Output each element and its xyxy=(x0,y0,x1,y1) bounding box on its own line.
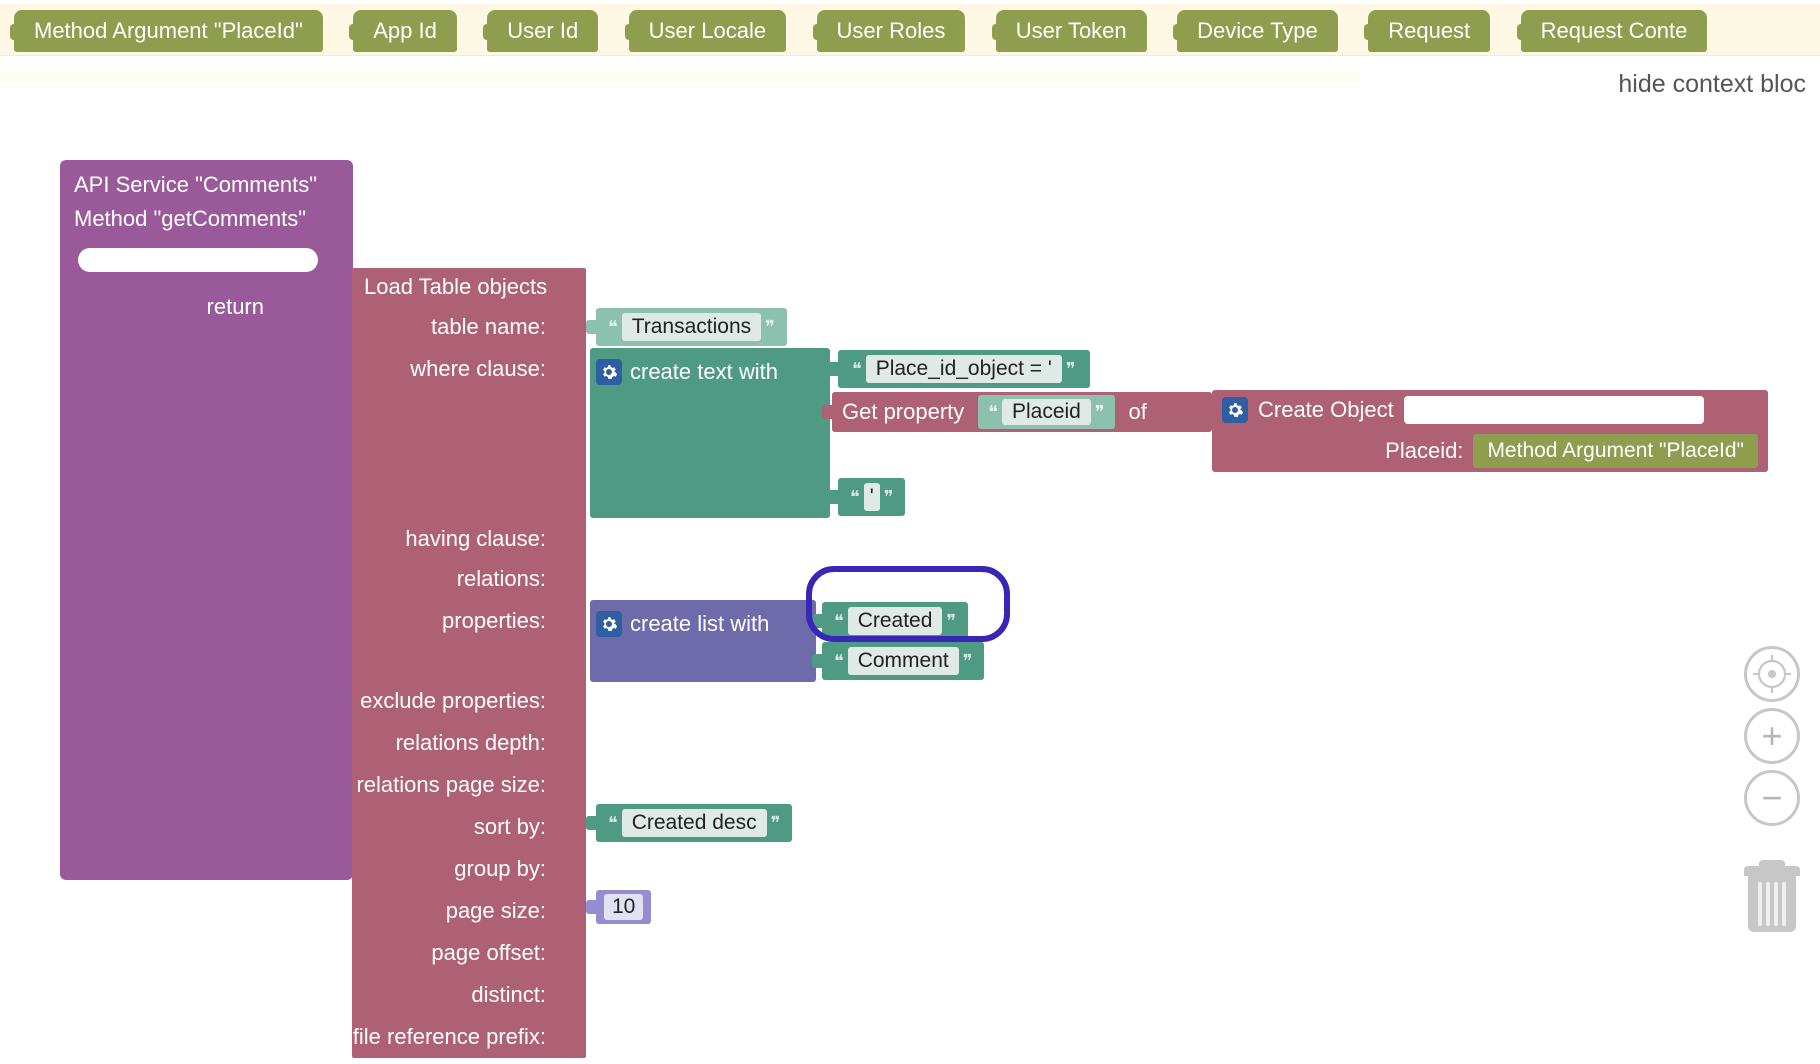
context-bar: Method Argument "PlaceId" App Id User Id… xyxy=(0,4,1820,56)
text-block-property-comment[interactable]: ❝ Comment ❞ xyxy=(822,642,984,680)
blockly-canvas[interactable]: API Service "Comments" Method "getCommen… xyxy=(0,120,1820,1064)
create-object-block[interactable]: Create Object Placeid: Method Argument "… xyxy=(1212,390,1768,472)
context-bar-underline xyxy=(0,72,1360,82)
text-block-table-name[interactable]: ❝ Transactions ❞ xyxy=(596,308,787,346)
text-block-where-part3[interactable]: ❝ ' ❞ xyxy=(838,478,905,516)
center-view-button[interactable] xyxy=(1744,646,1800,702)
context-block-user-token[interactable]: User Token xyxy=(996,10,1147,52)
label-table-name: table name: xyxy=(352,314,558,340)
page-size-value[interactable]: 10 xyxy=(604,894,643,920)
close-quote-icon: ❞ xyxy=(761,317,779,338)
close-quote-icon: ❞ xyxy=(942,611,960,632)
api-service-block[interactable]: API Service "Comments" Method "getCommen… xyxy=(60,160,353,880)
create-object-slot[interactable] xyxy=(1404,396,1704,424)
create-text-with-block[interactable]: create text with xyxy=(590,348,830,518)
label-where-clause: where clause: xyxy=(352,356,558,382)
context-block-user-roles[interactable]: User Roles xyxy=(817,10,966,52)
open-quote-icon: ❝ xyxy=(846,487,864,508)
label-sort-by: sort by: xyxy=(352,814,558,840)
property-comment-value[interactable]: Comment xyxy=(848,647,959,675)
open-quote-icon: ❝ xyxy=(830,611,848,632)
close-quote-icon: ❞ xyxy=(959,651,977,672)
label-exclude-properties: exclude properties: xyxy=(352,688,558,722)
context-block-method-arg-placeid[interactable]: Method Argument "PlaceId" xyxy=(14,10,323,52)
trash-button[interactable] xyxy=(1742,860,1802,932)
label-relations: relations: xyxy=(352,566,558,592)
where-part1-value[interactable]: Place_id_object = ' xyxy=(866,355,1062,383)
canvas-tools: + − xyxy=(1742,646,1802,932)
load-table-block[interactable]: Load Table objects table name: where cla… xyxy=(352,268,586,1058)
api-service-name: API Service "Comments" xyxy=(74,168,335,202)
close-quote-icon: ❞ xyxy=(1062,359,1080,380)
context-block-request[interactable]: Request xyxy=(1368,10,1490,52)
zoom-out-button[interactable]: − xyxy=(1744,770,1800,826)
sort-by-value[interactable]: Created desc xyxy=(622,809,767,837)
property-name-value[interactable]: Placeid xyxy=(1002,399,1091,425)
close-quote-icon: ❞ xyxy=(1091,402,1109,423)
open-quote-icon: ❝ xyxy=(604,317,622,338)
context-block-app-id[interactable]: App Id xyxy=(353,10,457,52)
close-quote-icon: ❞ xyxy=(767,813,785,834)
label-page-size: page size: xyxy=(352,898,558,924)
label-distinct: distinct: xyxy=(352,982,558,1008)
property-created-value[interactable]: Created xyxy=(848,607,943,635)
gear-icon[interactable] xyxy=(596,611,622,637)
load-table-title: Load Table objects xyxy=(352,268,586,306)
label-page-offset: page offset: xyxy=(352,940,558,966)
open-quote-icon: ❝ xyxy=(984,402,1002,423)
table-name-value[interactable]: Transactions xyxy=(622,313,761,341)
create-object-label: Create Object xyxy=(1258,397,1394,423)
context-block-user-locale[interactable]: User Locale xyxy=(629,10,786,52)
create-list-with-block[interactable]: create list with xyxy=(590,600,816,682)
close-quote-icon: ❞ xyxy=(880,487,898,508)
text-block-property-created[interactable]: ❝ Created ❞ xyxy=(822,602,968,640)
context-block-user-id[interactable]: User Id xyxy=(487,10,598,52)
label-file-reference-prefix: file reference prefix: xyxy=(352,1024,558,1050)
context-block-device-type[interactable]: Device Type xyxy=(1177,10,1338,52)
create-text-with-label: create text with xyxy=(630,359,778,385)
label-having-clause: having clause: xyxy=(352,390,558,552)
label-relations-page-size: relations page size: xyxy=(352,772,558,798)
text-block-sort-by[interactable]: ❝ Created desc ❞ xyxy=(596,804,792,842)
label-relations-depth: relations depth: xyxy=(352,730,558,756)
open-quote-icon: ❝ xyxy=(830,651,848,672)
context-block-request-context[interactable]: Request Conte xyxy=(1521,10,1708,52)
api-body-slot[interactable] xyxy=(78,248,318,272)
api-method-name: Method "getComments" xyxy=(74,202,335,236)
number-block-page-size[interactable]: 10 xyxy=(596,890,651,924)
zoom-in-button[interactable]: + xyxy=(1744,708,1800,764)
gear-icon[interactable] xyxy=(596,359,622,385)
api-header: API Service "Comments" Method "getCommen… xyxy=(60,160,353,246)
create-object-field-label: Placeid: xyxy=(1385,438,1463,464)
label-properties: properties: xyxy=(352,608,558,634)
hide-context-blocks-link[interactable]: hide context bloc xyxy=(1618,70,1806,99)
method-argument-placeid-block[interactable]: Method Argument "PlaceId" xyxy=(1473,434,1758,468)
get-property-label: Get property xyxy=(842,399,964,425)
where-part3-value[interactable]: ' xyxy=(864,483,880,511)
get-property-block[interactable]: Get property ❝ Placeid ❞ of xyxy=(832,392,1212,432)
create-list-with-label: create list with xyxy=(630,611,769,637)
of-label: of xyxy=(1115,399,1161,425)
open-quote-icon: ❝ xyxy=(604,813,622,834)
return-label: return xyxy=(68,286,278,328)
gear-icon[interactable] xyxy=(1222,397,1248,423)
label-group-by: group by: xyxy=(352,856,558,882)
text-block-where-part1[interactable]: ❝ Place_id_object = ' ❞ xyxy=(838,350,1090,388)
property-name-input[interactable]: ❝ Placeid ❞ xyxy=(978,395,1114,429)
open-quote-icon: ❝ xyxy=(848,359,866,380)
